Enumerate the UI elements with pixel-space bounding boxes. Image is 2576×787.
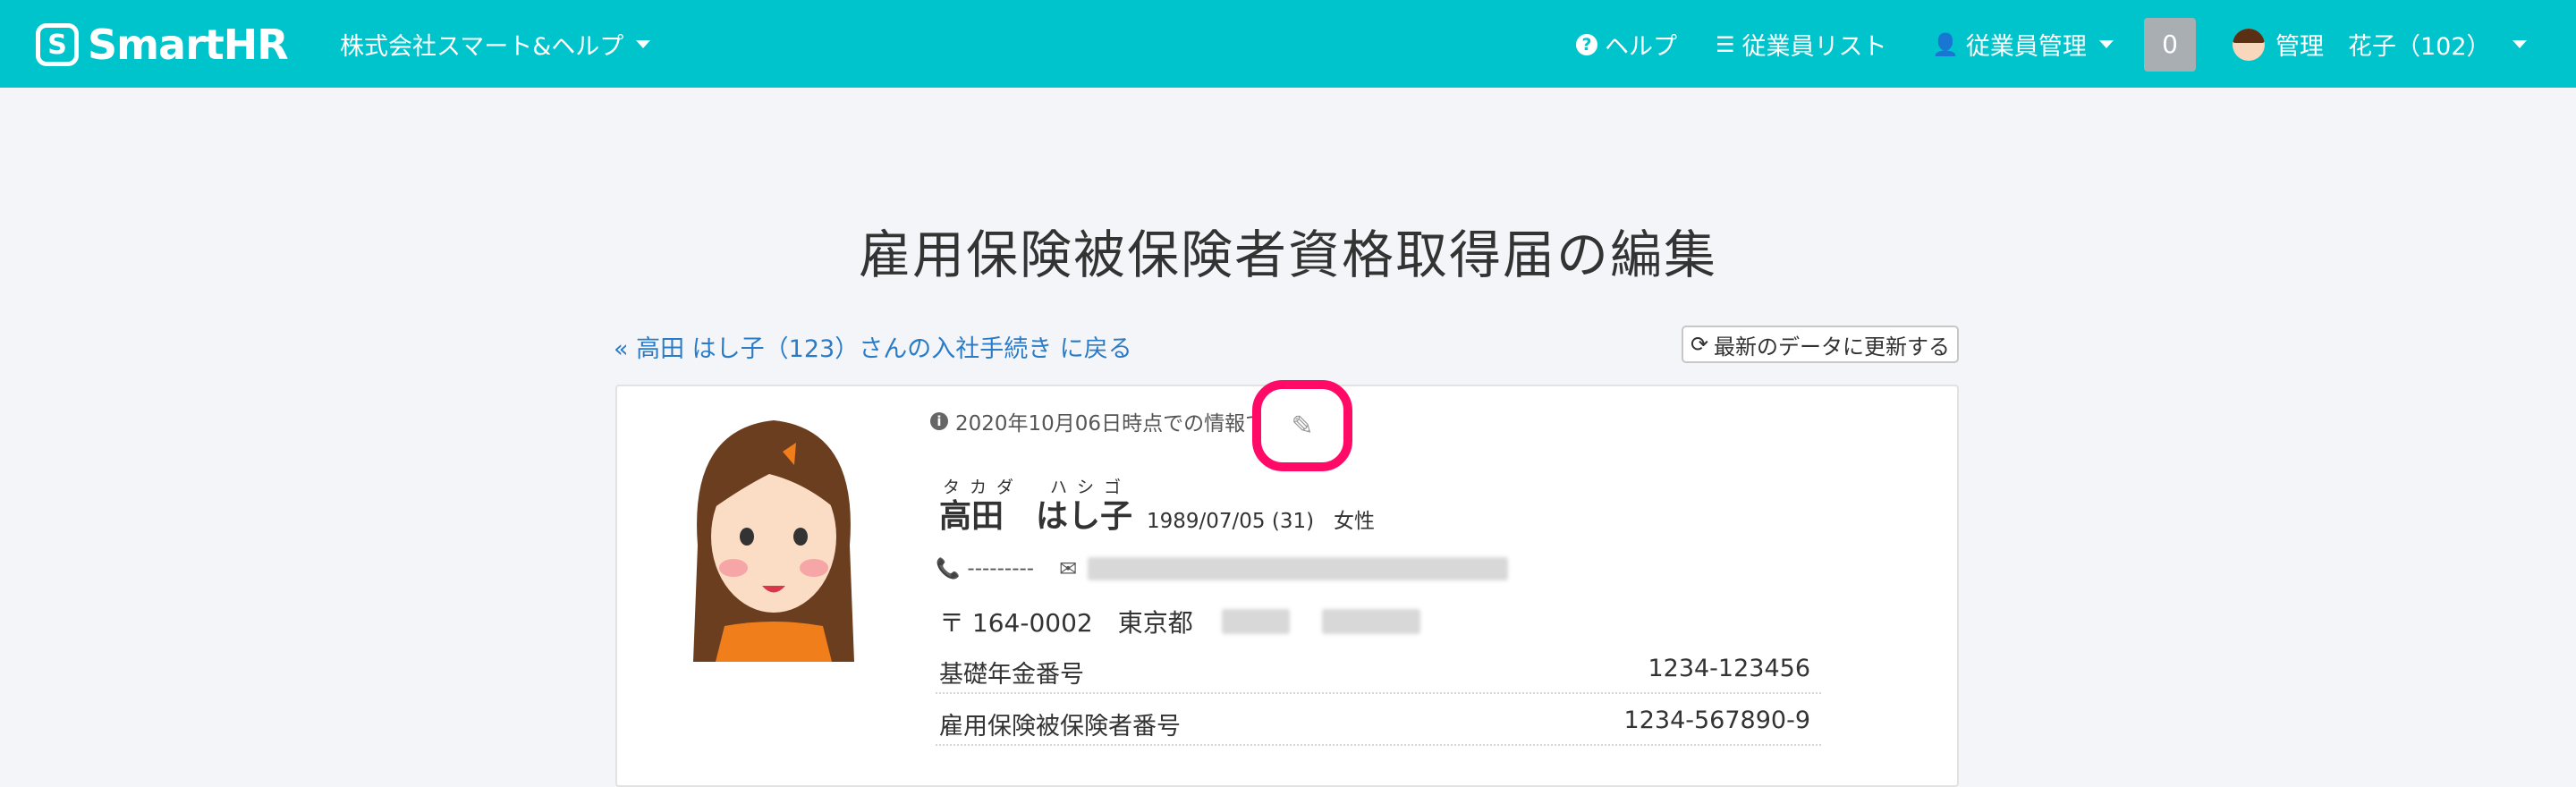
phone-icon: 📞 bbox=[936, 557, 961, 580]
row-label: 基礎年金番号 bbox=[939, 661, 1084, 689]
gender: 女性 bbox=[1334, 510, 1376, 533]
company-name: 株式会社スマート&ヘルプ bbox=[340, 33, 624, 61]
row-label: 雇用保険被保険者番号 bbox=[939, 713, 1181, 740]
nav-employee-management[interactable]: 👤 従業員管理 bbox=[1932, 27, 2114, 62]
list-icon: ☰ bbox=[1716, 31, 1735, 57]
nav-employee-management-label: 従業員管理 bbox=[1965, 33, 2087, 61]
mail-icon: ✉ bbox=[1059, 556, 1078, 581]
address-redacted-1 bbox=[1221, 609, 1290, 634]
pencil-icon: ✎ bbox=[1291, 410, 1314, 442]
nav-employee-list[interactable]: ☰ 従業員リスト bbox=[1716, 27, 1887, 62]
email-value-redacted bbox=[1088, 557, 1509, 580]
info-note-text: 2020年10月06日時点での情報です bbox=[955, 412, 1287, 436]
chevron-down-icon bbox=[2512, 40, 2527, 48]
avatar-hair bbox=[2233, 29, 2265, 43]
user-name: 管理 花子（102） bbox=[2275, 33, 2491, 61]
name-meta: 1989/07/05 (31) 女性 bbox=[1147, 504, 1375, 534]
info-icon: i bbox=[930, 412, 948, 430]
nav-employee-list-label: 従業員リスト bbox=[1741, 33, 1887, 61]
postal-code: 〒 164-0002 bbox=[939, 608, 1093, 638]
refresh-data-button[interactable]: ⟳ 最新のデータに更新する bbox=[1682, 326, 1959, 363]
logo-text: SmartHR bbox=[88, 21, 289, 69]
avatar[interactable] bbox=[2233, 29, 2265, 61]
user-menu[interactable]: 管理 花子（102） bbox=[2275, 27, 2527, 62]
refresh-button-label: 最新のデータに更新する bbox=[1714, 334, 1951, 360]
chevron-down-icon bbox=[636, 40, 651, 48]
employee-photo bbox=[693, 420, 854, 662]
top-navbar: S SmartHR 株式会社スマート&ヘルプ ? ヘルプ ☰ 従業員リスト 👤 … bbox=[0, 0, 2576, 88]
notification-badge[interactable]: 0 bbox=[2144, 18, 2196, 72]
edit-button[interactable]: ✎ bbox=[1252, 380, 1352, 471]
birth-age: 1989/07/05 (31) bbox=[1147, 510, 1315, 533]
row-value: 1234-123456 bbox=[1648, 655, 1810, 682]
company-switcher[interactable]: 株式会社スマート&ヘルプ bbox=[340, 27, 651, 62]
page-title: 雇用保険被保険者資格取得届の編集 bbox=[858, 224, 1717, 285]
refresh-icon: ⟳ bbox=[1690, 332, 1709, 357]
row-value: 1234-567890-9 bbox=[1623, 707, 1810, 734]
logo-s-icon: S bbox=[36, 23, 79, 66]
nav-help-label: ヘルプ bbox=[1605, 33, 1677, 61]
info-note: i 2020年10月06日時点での情報です bbox=[930, 406, 1286, 436]
question-circle-icon: ? bbox=[1576, 33, 1597, 55]
prefecture: 東京都 bbox=[1117, 608, 1193, 638]
address-redacted-2 bbox=[1321, 609, 1420, 634]
contact-line: 📞 --------- ✉ bbox=[936, 556, 1509, 581]
phone-value: --------- bbox=[967, 557, 1035, 580]
back-link[interactable]: « 高田 はし子（123）さんの入社手続き に戻る bbox=[614, 329, 1132, 364]
chevron-down-icon bbox=[2098, 40, 2114, 48]
smarthr-logo[interactable]: S SmartHR bbox=[36, 21, 289, 69]
employee-name: 高田 はし子 bbox=[939, 498, 1133, 535]
info-row-employment-insurance: 雇用保険被保険者番号 1234-567890-9 bbox=[936, 696, 1821, 746]
address-line: 〒 164-0002 東京都 bbox=[939, 604, 1420, 639]
user-icon: 👤 bbox=[1932, 31, 1959, 57]
info-row-basic-pension: 基礎年金番号 1234-123456 bbox=[936, 644, 1821, 694]
nav-help[interactable]: ? ヘルプ bbox=[1576, 27, 1677, 62]
